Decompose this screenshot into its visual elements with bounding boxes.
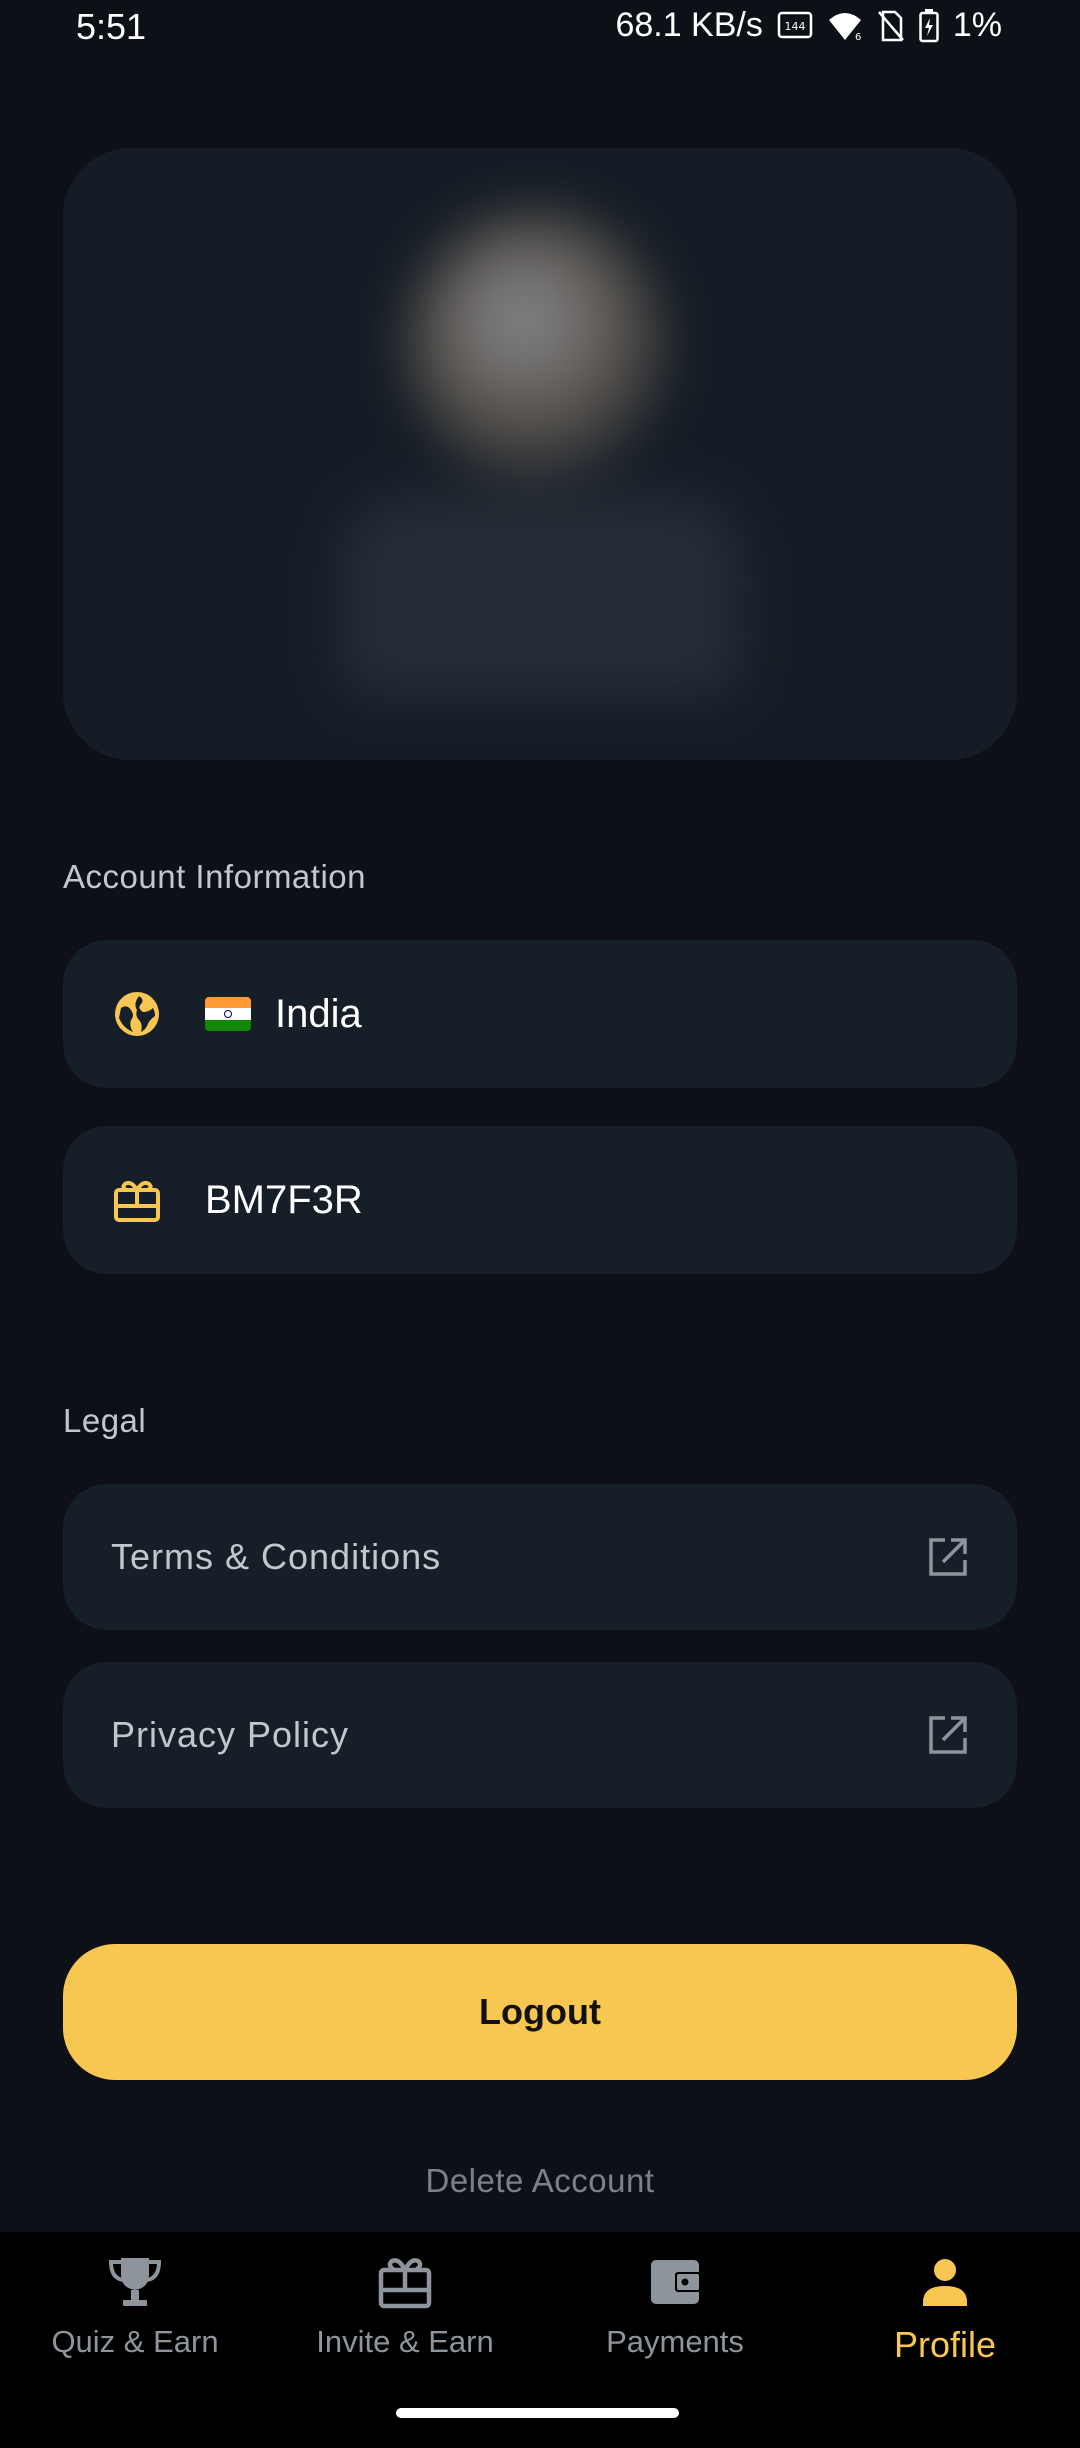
privacy-policy-row[interactable]: Privacy Policy bbox=[63, 1662, 1017, 1808]
country-row: India bbox=[63, 940, 1017, 1088]
person-icon bbox=[923, 2259, 967, 2306]
nav-profile[interactable]: Profile bbox=[810, 2252, 1080, 2402]
delete-account-link[interactable]: Delete Account bbox=[0, 2162, 1080, 2200]
privacy-policy-label: Privacy Policy bbox=[111, 1714, 350, 1755]
nav-label-invite-earn: Invite & Earn bbox=[316, 2324, 494, 2359]
external-link-icon bbox=[929, 1716, 967, 1754]
globe-icon bbox=[115, 992, 159, 1036]
battery-level: 1% bbox=[952, 6, 1002, 44]
india-flag-icon bbox=[205, 997, 251, 1031]
nav-label-payments: Payments bbox=[606, 2324, 744, 2359]
status-icons: 68.1 KB/s 144 6 1% bbox=[615, 6, 1002, 45]
no-sim-icon bbox=[877, 10, 904, 41]
wallet-icon bbox=[651, 2260, 701, 2304]
battery-icon bbox=[919, 8, 939, 42]
svg-text:6: 6 bbox=[855, 32, 861, 42]
gift-card-icon bbox=[114, 1180, 160, 1222]
status-time: 5:51 bbox=[76, 6, 147, 47]
logout-button[interactable]: Logout bbox=[63, 1944, 1017, 2080]
svg-text:144: 144 bbox=[784, 20, 805, 33]
legal-section-title: Legal bbox=[63, 1402, 147, 1439]
status-bar: 5:51 68.1 KB/s 144 6 1% bbox=[0, 0, 1080, 58]
home-indicator[interactable] bbox=[396, 2408, 679, 2418]
refresh-rate-icon: 144 bbox=[777, 11, 813, 38]
terms-conditions-label: Terms & Conditions bbox=[111, 1536, 442, 1577]
nav-label-quiz-earn: Quiz & Earn bbox=[51, 2324, 219, 2359]
profile-card bbox=[63, 148, 1017, 760]
trophy-icon bbox=[108, 2258, 162, 2306]
network-speed: 68.1 KB/s bbox=[615, 6, 763, 44]
avatar bbox=[281, 196, 801, 716]
terms-conditions-row[interactable]: Terms & Conditions bbox=[63, 1484, 1017, 1630]
nav-label-profile: Profile bbox=[893, 2324, 997, 2365]
external-link-icon bbox=[929, 1538, 967, 1576]
nav-quiz-earn[interactable]: Quiz & Earn bbox=[0, 2252, 270, 2402]
account-section-title: Account Information bbox=[63, 858, 366, 895]
referral-code-value: BM7F3R bbox=[205, 1177, 363, 1222]
nav-payments[interactable]: Payments bbox=[540, 2252, 810, 2402]
wifi-icon: 6 bbox=[828, 12, 861, 42]
nav-invite-earn[interactable]: Invite & Earn bbox=[270, 2252, 540, 2402]
referral-code-row[interactable]: BM7F3R bbox=[63, 1126, 1017, 1274]
gift-icon bbox=[378, 2258, 432, 2309]
country-value: India bbox=[275, 991, 362, 1036]
